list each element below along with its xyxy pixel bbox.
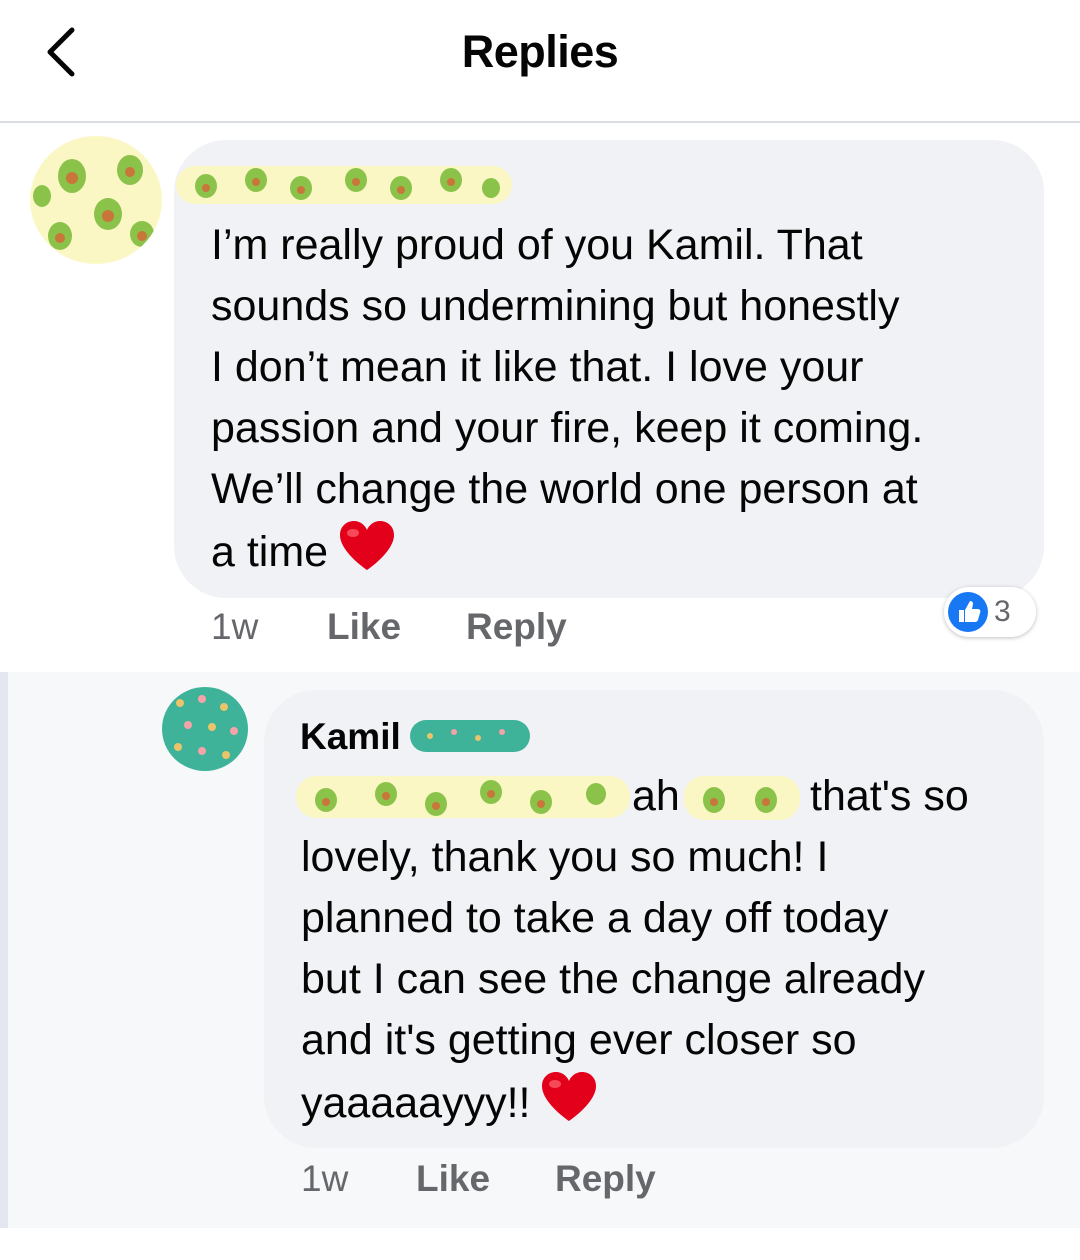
reply-line: planned to take a day off today — [301, 894, 889, 942]
reaction-count: 3 — [994, 595, 1011, 628]
top-bar: Replies — [0, 0, 1080, 123]
comment-line: sounds so undermining but honestly — [211, 282, 900, 330]
reply-line: that's so — [810, 772, 969, 820]
comment-body: I’m really proud of you Kamil. That soun… — [211, 215, 1031, 589]
comment-line: passion and your fire, keep it coming. — [211, 404, 924, 452]
like-button[interactable]: Like — [327, 606, 401, 648]
like-button[interactable]: Like — [416, 1158, 490, 1200]
reply-author[interactable]: Kamil — [300, 716, 401, 758]
reply-body: lovely, thank you so much! I planned to … — [301, 827, 1031, 1140]
reply-button[interactable]: Reply — [555, 1158, 656, 1200]
reply-button[interactable]: Reply — [466, 606, 567, 648]
thumbs-up-icon — [948, 592, 988, 632]
heart-icon — [540, 1071, 598, 1140]
comment-line: We’ll change the world one person at — [211, 465, 918, 513]
thread-indicator — [0, 672, 8, 1228]
reply-line: lovely, thank you so much! I — [301, 833, 829, 881]
comment-line: a time — [211, 520, 1031, 589]
redacted-name — [176, 158, 512, 212]
page-title: Replies — [461, 26, 619, 77]
reaction-summary[interactable]: 3 — [944, 587, 1036, 637]
redacted-text — [684, 772, 800, 824]
reply-actions: 1w Like Reply — [301, 1158, 701, 1208]
timestamp: 1w — [301, 1158, 349, 1199]
avatar[interactable] — [162, 687, 248, 771]
redacted-name — [410, 716, 530, 756]
reply-line: but I can see the change already — [301, 955, 925, 1003]
reply-line: yaaaaayyy!! — [301, 1071, 1031, 1140]
reply-line: ah — [632, 772, 680, 820]
reply-line-text: yaaaaayyy!! — [301, 1078, 531, 1127]
heart-icon — [338, 520, 396, 589]
reply-line: and it's getting ever closer so — [301, 1016, 857, 1064]
comment-line: I don’t mean it like that. I love your — [211, 343, 864, 391]
comment-line: I’m really proud of you Kamil. That — [211, 221, 863, 269]
comment-actions: 1w Like Reply — [211, 606, 611, 656]
redacted-text — [296, 770, 630, 824]
comment-line-text: a time — [211, 527, 329, 576]
timestamp: 1w — [211, 606, 259, 647]
avatar[interactable] — [30, 136, 162, 264]
